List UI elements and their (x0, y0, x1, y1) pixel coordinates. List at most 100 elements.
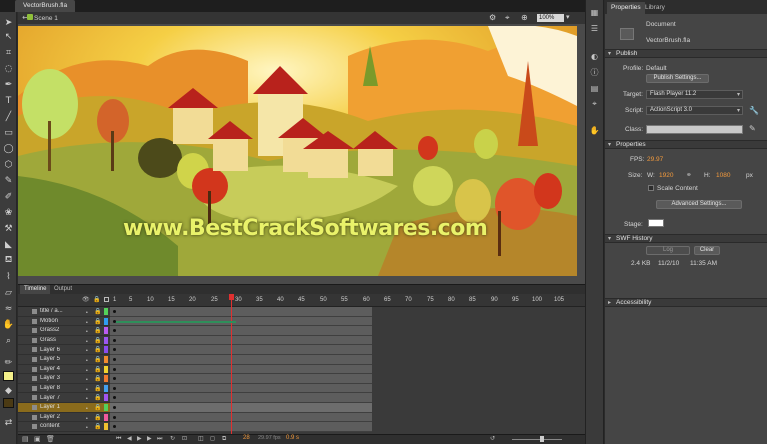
play-icon[interactable]: ▶ (137, 435, 142, 442)
class-edit-pencil-icon[interactable]: ✎ (749, 124, 756, 133)
layer-visibility-icon[interactable]: • (86, 396, 88, 402)
frame-row[interactable] (110, 422, 372, 432)
keyframe[interactable] (113, 358, 116, 361)
edit-symbols-icon[interactable]: ⚙ (489, 13, 496, 22)
frame-row[interactable] (110, 364, 372, 375)
layer-row[interactable]: Grass • 🔒 (18, 336, 110, 346)
oval-tool-icon[interactable]: ◯ (2, 142, 15, 155)
frame-row[interactable] (110, 307, 372, 317)
subselection-tool-icon[interactable]: ↖ (2, 30, 15, 43)
free-transform-tool-icon[interactable]: ⌗ (2, 46, 15, 59)
keyframe[interactable] (113, 425, 116, 429)
transform-panel-icon[interactable]: ⌖ (588, 98, 601, 110)
layer-visibility-icon[interactable]: • (86, 348, 88, 354)
layer-lock-icon[interactable]: 🔒 (94, 414, 101, 421)
center-frame-icon[interactable]: ⊡ (182, 435, 187, 442)
frame-row[interactable] (110, 403, 372, 413)
layer-outline-color[interactable] (104, 317, 108, 325)
width-tool-icon[interactable]: ≈ (2, 302, 15, 315)
fps-value[interactable]: 29.97 (647, 156, 663, 163)
height-value[interactable]: 1080 (716, 172, 730, 179)
layer-outline-color[interactable] (104, 308, 108, 315)
layer-visibility-icon[interactable]: • (86, 377, 88, 383)
lock-all-icon[interactable]: 🔒 (93, 296, 100, 303)
eraser-tool-icon[interactable]: ▱ (2, 286, 15, 299)
layer-lock-icon[interactable]: 🔒 (94, 346, 101, 353)
tab-output[interactable]: Output (50, 285, 76, 294)
layer-row[interactable]: Motion • 🔒 (18, 317, 110, 327)
layer-row[interactable]: Layer 8 • 🔒 (18, 384, 110, 394)
pen-tool-icon[interactable]: ✒ (2, 78, 15, 91)
text-tool-icon[interactable]: T (2, 94, 15, 107)
layer-row[interactable]: Layer 6 • 🔒 (18, 345, 110, 355)
script-settings-wrench-icon[interactable]: 🔧 (749, 106, 759, 115)
layer-outline-color[interactable] (104, 423, 108, 431)
frame-row[interactable] (110, 335, 372, 346)
center-stage-icon[interactable]: ⊕ (521, 13, 528, 22)
frame-row[interactable] (110, 345, 372, 355)
code-snippets-icon[interactable]: ✋ (588, 124, 601, 136)
layer-outline-color[interactable] (104, 336, 108, 344)
new-folder-icon[interactable]: ▣ (34, 435, 41, 443)
polystar-tool-icon[interactable]: ⬡ (2, 158, 15, 171)
new-layer-icon[interactable]: ▤ (22, 435, 29, 443)
tab-timeline[interactable]: Timeline (20, 285, 51, 294)
layer-lock-icon[interactable]: 🔒 (94, 404, 101, 411)
tab-properties[interactable]: Properties (607, 2, 645, 14)
step-forward-icon[interactable]: ▶ (147, 435, 152, 442)
layer-row[interactable]: Layer 5 • 🔒 (18, 355, 110, 365)
eyedropper-tool-icon[interactable]: ⌇ (2, 270, 15, 283)
layer-lock-icon[interactable]: 🔒 (94, 385, 101, 392)
link-dimensions-icon[interactable]: ⚭ (686, 171, 692, 179)
frame-row[interactable] (110, 383, 372, 394)
keyframe[interactable] (113, 396, 116, 400)
timeline-zoom-thumb[interactable] (540, 436, 544, 442)
layer-lock-icon[interactable]: 🔒 (94, 394, 101, 401)
layer-visibility-icon[interactable]: • (86, 320, 88, 326)
layer-outline-color[interactable] (104, 327, 108, 335)
line-tool-icon[interactable]: ╱ (2, 110, 15, 123)
elapsed-time[interactable]: 0.9 s (286, 435, 299, 441)
layer-lock-icon[interactable]: 🔒 (94, 366, 101, 373)
layer-outline-color[interactable] (104, 356, 108, 363)
scale-content-checkbox[interactable] (648, 185, 654, 191)
tab-library[interactable]: Library (641, 2, 669, 14)
library-panel-icon[interactable]: ☰ (588, 22, 601, 34)
edit-multiple-frames-icon[interactable]: ⧉ (222, 435, 226, 443)
layer-lock-icon[interactable]: 🔒 (94, 308, 101, 315)
swf-history-section-header[interactable]: SWF History (605, 234, 767, 243)
timeline-zoom-slider[interactable] (512, 439, 562, 440)
zoom-reset-icon[interactable]: ↺ (490, 435, 495, 442)
scene-label[interactable]: Scene 1 (34, 15, 58, 22)
keyframe[interactable] (113, 310, 116, 313)
onion-outline-icon[interactable]: ◻ (210, 435, 215, 442)
document-tab[interactable]: VectorBrush.fla (15, 0, 76, 12)
frame-row[interactable] (110, 393, 372, 403)
pencil-tool-icon[interactable]: ✎ (2, 174, 15, 187)
layer-visibility-icon[interactable]: • (86, 387, 88, 393)
width-value[interactable]: 1920 (659, 172, 673, 179)
ink-bottle-tool-icon[interactable]: ⛾ (2, 254, 15, 267)
layer-row[interactable]: Layer 4 • 🔒 (18, 365, 110, 375)
loop-icon[interactable]: ↻ (170, 435, 175, 442)
layer-visibility-icon[interactable]: • (86, 339, 88, 345)
layer-row[interactable]: Grass2 • 🔒 (18, 326, 110, 336)
keyframe[interactable] (113, 338, 116, 342)
layer-outline-color[interactable] (104, 384, 108, 392)
publish-settings-button[interactable]: Publish Settings... (646, 74, 709, 83)
clear-button[interactable]: Clear (694, 246, 720, 255)
zoom-tool-icon[interactable]: ⌕ (2, 334, 15, 347)
layer-outline-color[interactable] (104, 365, 108, 373)
hand-tool-icon[interactable]: ✋ (2, 318, 15, 331)
bone-tool-icon[interactable]: ⚒ (2, 222, 15, 235)
layer-lock-icon[interactable]: 🔒 (94, 375, 101, 382)
class-input[interactable] (646, 125, 743, 134)
swap-colors-icon[interactable]: ⇄ (2, 416, 15, 429)
layer-lock-icon[interactable]: 🔒 (94, 423, 101, 430)
keyframe[interactable] (113, 348, 116, 352)
brush-tool-icon[interactable]: ✐ (2, 190, 15, 203)
layer-visibility-icon[interactable]: • (86, 310, 88, 316)
layer-visibility-icon[interactable]: • (86, 416, 88, 422)
layer-visibility-icon[interactable]: • (86, 425, 88, 431)
stroke-color-icon[interactable]: ✏ (2, 356, 15, 369)
